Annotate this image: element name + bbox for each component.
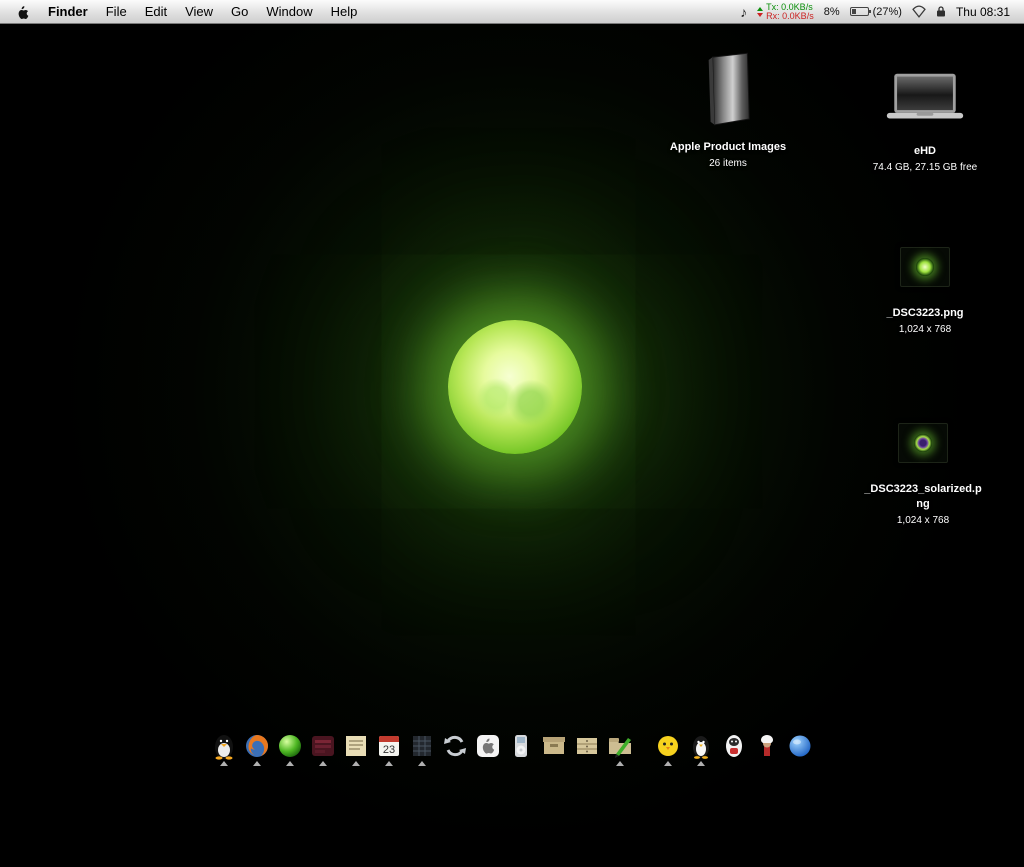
dock-item-yellow-chick[interactable] xyxy=(653,732,683,766)
menu-view[interactable]: View xyxy=(176,0,222,24)
icon-label: _DSC3223.png xyxy=(886,306,963,321)
apple-menu[interactable] xyxy=(10,0,39,24)
battery-percent: (27%) xyxy=(873,6,902,18)
tux-penguin-icon xyxy=(210,732,238,760)
dock-item-stickies[interactable] xyxy=(341,732,371,766)
running-indicator xyxy=(664,761,672,766)
menu-finder[interactable]: Finder xyxy=(39,0,97,24)
cpu-percent[interactable]: 8% xyxy=(824,6,840,18)
running-indicator xyxy=(697,761,705,766)
dock-item-chef[interactable] xyxy=(752,732,782,766)
menu-bar: Finder File Edit View Go Window Help ♪ T… xyxy=(0,0,1024,24)
battery-icon xyxy=(850,7,869,16)
menu-window[interactable]: Window xyxy=(257,0,321,24)
dock-item-calendar[interactable]: 23 xyxy=(374,732,404,766)
grid-panel-icon xyxy=(408,732,436,760)
menu-go[interactable]: Go xyxy=(222,0,257,24)
calendar-icon: 23 xyxy=(375,732,403,760)
dock-divider xyxy=(638,756,650,766)
menu-help[interactable]: Help xyxy=(322,0,367,24)
dock-item-tux-penguin[interactable] xyxy=(209,732,239,766)
running-indicator xyxy=(319,761,327,766)
running-indicator xyxy=(286,761,294,766)
image-thumbnail-icon xyxy=(900,228,950,306)
dock-item-penguin-chick[interactable] xyxy=(686,732,716,766)
menu-edit[interactable]: Edit xyxy=(136,0,176,24)
wallpaper-moon xyxy=(448,320,582,454)
dock-item-apple-app[interactable] xyxy=(473,732,503,766)
desktop-icon-dsc3223-solarized[interactable]: _DSC3223_solarized.png 1,024 x 768 xyxy=(853,404,993,527)
icon-label: eHD xyxy=(914,144,936,159)
dock-item-green-globe[interactable] xyxy=(275,732,305,766)
dock-item-grid-panel[interactable] xyxy=(407,732,437,766)
sync-arrows-icon xyxy=(441,732,469,760)
dock: 23 xyxy=(209,732,815,766)
white-penguin-icon xyxy=(720,732,748,760)
icon-label: Apple Product Images xyxy=(670,140,786,155)
icon-sublabel: 1,024 x 768 xyxy=(897,514,949,527)
network-meter[interactable]: Tx: 0.0KB/s Rx: 0.0KB/s xyxy=(757,3,814,21)
ipod-icon xyxy=(507,732,535,760)
desktop-icon-apple-product-images[interactable]: Apple Product Images 26 items xyxy=(655,40,801,170)
running-indicator xyxy=(352,761,360,766)
folder-pen-icon xyxy=(606,732,634,760)
calendar-day: 23 xyxy=(383,744,395,756)
firefox-icon xyxy=(243,732,271,760)
maroon-app-icon xyxy=(309,732,337,760)
drive-icon xyxy=(883,52,967,144)
dock-item-firefox[interactable] xyxy=(242,732,272,766)
menu-status-area: ♪ Tx: 0.0KB/s Rx: 0.0KB/s 8% (27%) Thu 0… xyxy=(740,0,1014,24)
image-solarized-thumbnail-icon xyxy=(898,404,948,482)
running-indicator xyxy=(253,761,261,766)
green-globe-icon xyxy=(276,732,304,760)
running-indicator xyxy=(418,761,426,766)
running-indicator xyxy=(220,761,228,766)
chef-icon xyxy=(753,732,781,760)
dock-item-folder-pen[interactable] xyxy=(605,732,635,766)
apple-app-icon xyxy=(474,732,502,760)
dock-item-white-penguin[interactable] xyxy=(719,732,749,766)
desktop-icon-ehd[interactable]: eHD 74.4 GB, 27.15 GB free xyxy=(845,52,1005,174)
running-indicator xyxy=(385,761,393,766)
icon-sublabel: 26 items xyxy=(709,157,747,170)
lock-icon[interactable] xyxy=(936,5,946,18)
archive-box-icon xyxy=(540,732,568,760)
itunes-menu-icon[interactable]: ♪ xyxy=(740,4,747,20)
apple-logo-icon xyxy=(15,4,30,20)
yellow-chick-icon xyxy=(654,732,682,760)
folder-icon xyxy=(699,40,757,140)
dock-item-maroon-app[interactable] xyxy=(308,732,338,766)
dock-item-blue-orb[interactable] xyxy=(785,732,815,766)
tx-up-arrow-icon xyxy=(757,7,763,11)
airport-icon[interactable] xyxy=(912,5,926,18)
menu-file[interactable]: File xyxy=(97,0,136,24)
stickies-icon xyxy=(342,732,370,760)
blue-orb-icon xyxy=(786,732,814,760)
desktop-icon-dsc3223[interactable]: _DSC3223.png 1,024 x 768 xyxy=(855,228,995,336)
battery-menu[interactable]: (27%) xyxy=(850,6,902,18)
drawer-box-icon xyxy=(573,732,601,760)
menu-clock[interactable]: Thu 08:31 xyxy=(956,5,1014,19)
rx-down-arrow-icon xyxy=(757,13,763,17)
penguin-chick-icon xyxy=(687,732,715,760)
icon-label: _DSC3223_solarized.png xyxy=(862,482,984,512)
network-arrows-icon xyxy=(757,7,763,17)
running-indicator xyxy=(616,761,624,766)
dock-item-drawer-box[interactable] xyxy=(572,732,602,766)
icon-sublabel: 74.4 GB, 27.15 GB free xyxy=(873,161,978,174)
dock-item-sync-arrows[interactable] xyxy=(440,732,470,766)
rx-rate: Rx: 0.0KB/s xyxy=(766,12,814,21)
dock-item-archive-box[interactable] xyxy=(539,732,569,766)
icon-sublabel: 1,024 x 768 xyxy=(899,323,951,336)
dock-item-ipod[interactable] xyxy=(506,732,536,766)
